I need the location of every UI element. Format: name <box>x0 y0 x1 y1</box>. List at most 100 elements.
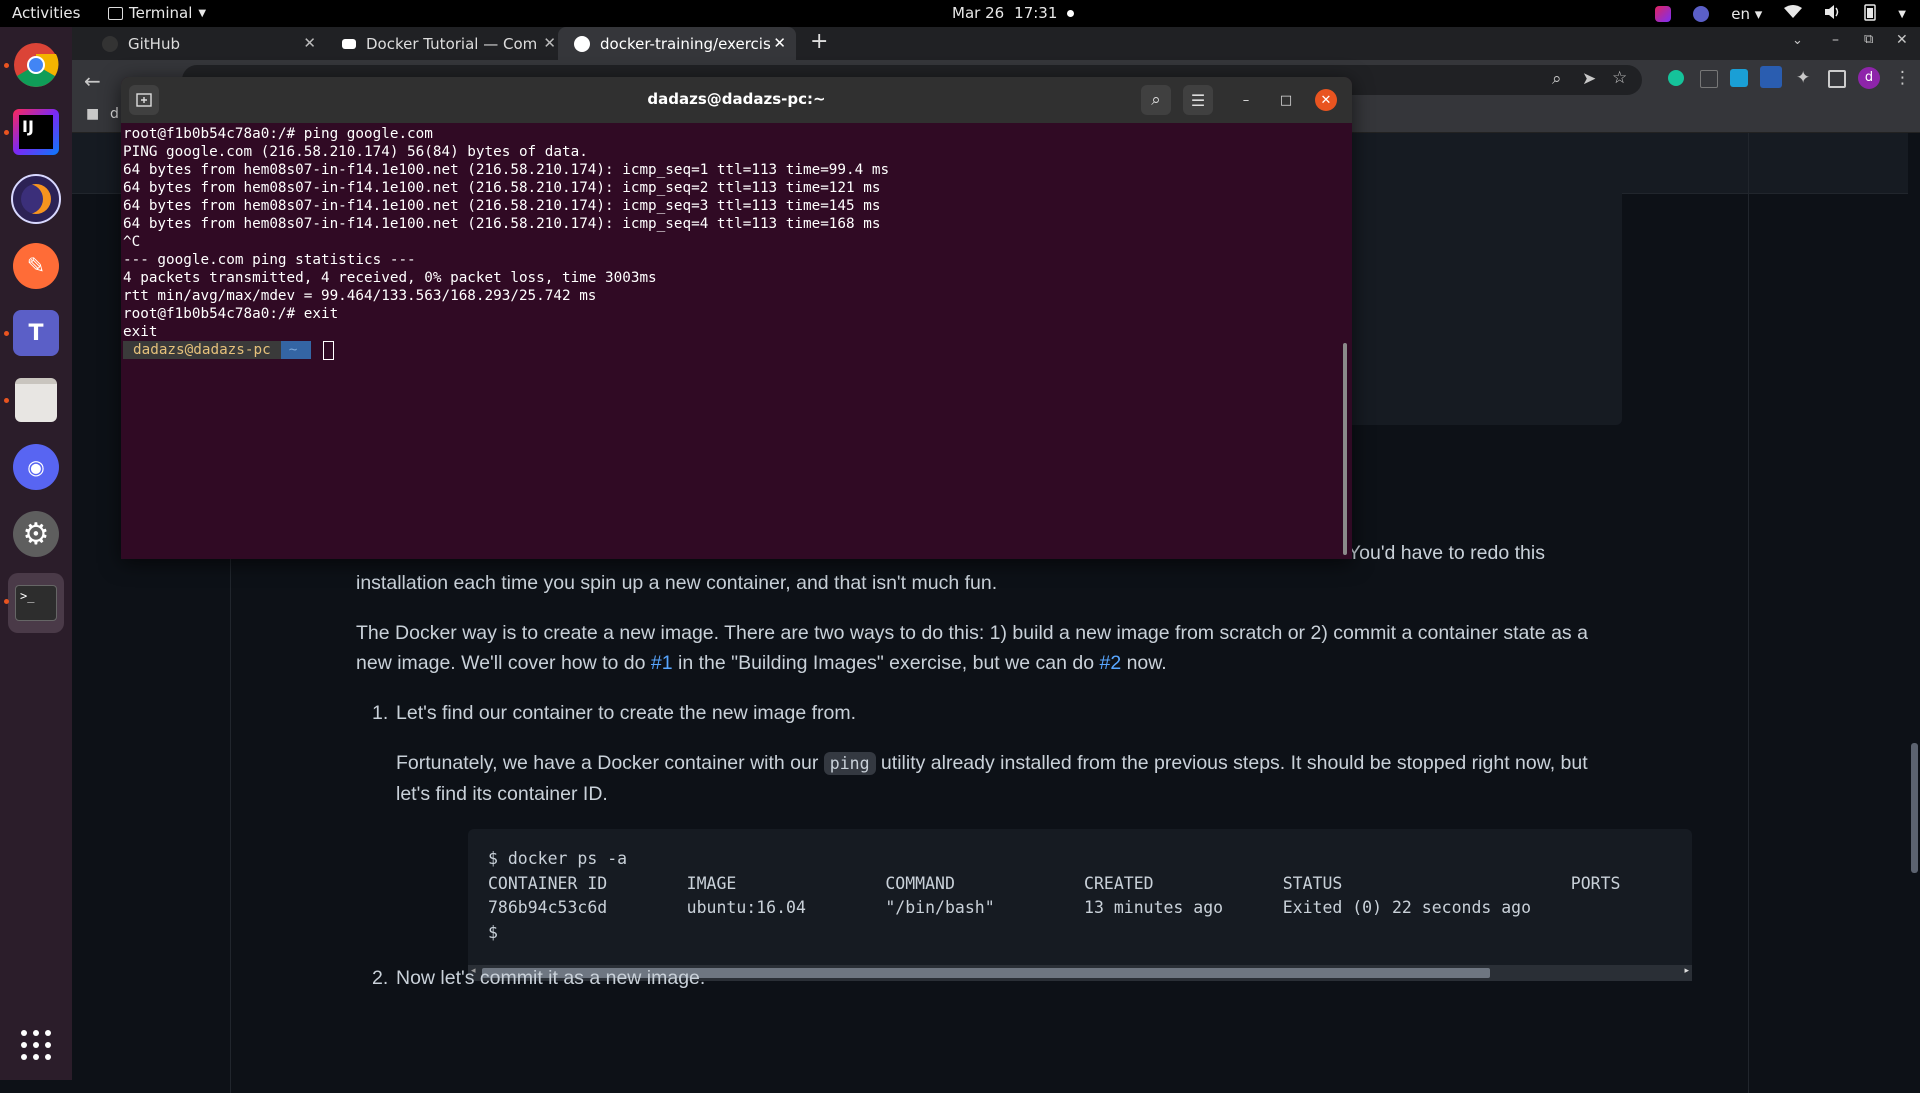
close-button[interactable]: ✕ <box>1315 89 1337 111</box>
folder-icon[interactable]: ■ <box>86 106 99 122</box>
tab-docker-tutorial[interactable]: Docker Tutorial — Compl ✕ <box>326 27 566 60</box>
system-top-bar: Activities Terminal ▼ Mar 26 17:31 en ▾ … <box>0 0 1920 27</box>
maximize-button[interactable]: □ <box>1275 89 1297 111</box>
extension-icon[interactable] <box>1700 70 1718 88</box>
paragraph-line: new image. We'll cover how to do #1 in t… <box>356 648 1588 678</box>
terminal-scrollbar[interactable] <box>1343 343 1347 555</box>
terminal-window[interactable]: dadazs@dadazs-pc:~ ⌕ ☰ – □ ✕ root@f1b0b5… <box>121 77 1352 559</box>
close-icon[interactable]: ✕ <box>303 34 316 52</box>
dock-discord[interactable]: ◉ <box>8 439 64 495</box>
terminal-line: 64 bytes from hem08s07-in-f14.1e100.net … <box>123 198 881 214</box>
running-indicator <box>4 130 9 135</box>
side-panel-icon[interactable] <box>1828 70 1846 88</box>
chrome-icon <box>14 43 59 87</box>
back-arrow-icon[interactable]: ← <box>84 69 101 93</box>
code-block[interactable]: $ docker ps -a CONTAINER ID IMAGE COMMAND… <box>468 829 1692 981</box>
wifi-icon[interactable] <box>1784 5 1803 23</box>
new-tab-button[interactable]: + <box>810 29 828 54</box>
running-indicator <box>4 398 9 403</box>
search-button[interactable]: ⌕ <box>1141 85 1171 115</box>
paragraph-text: in the "Building Images" exercise, but w… <box>672 652 1100 674</box>
minimize-window-button[interactable]: – <box>1832 32 1839 48</box>
list-item: Now let's commit it as a new image. <box>396 967 706 989</box>
running-indicator <box>4 599 9 604</box>
teams-tray-icon[interactable] <box>1693 6 1710 22</box>
profile-avatar[interactable]: d <box>1858 67 1880 89</box>
terminal-line: 64 bytes from hem08s07-in-f14.1e100.net … <box>123 162 890 178</box>
tab-search-chevron-icon[interactable]: ⌄ <box>1792 33 1803 48</box>
code-line: $ <box>488 922 498 942</box>
intellij-icon: IJ <box>13 109 59 155</box>
terminal-line: root@f1b0b54c78a0:/# exit <box>123 306 339 322</box>
dock-intellij[interactable]: IJ <box>4 104 64 160</box>
code-line: $ docker ps -a <box>488 849 628 868</box>
scroll-right-icon[interactable]: ▸ <box>1684 966 1689 976</box>
bookmark-star-icon[interactable]: ☆ <box>1612 68 1627 88</box>
link-step-2[interactable]: #2 <box>1099 652 1121 674</box>
tab-label: docker-training/exercises <box>600 34 770 53</box>
zoom-icon[interactable]: ⌕ <box>1552 69 1562 89</box>
dock-chrome[interactable] <box>4 37 64 93</box>
volume-icon[interactable] <box>1824 4 1842 24</box>
activities-button[interactable]: Activities <box>12 4 80 22</box>
send-icon[interactable]: ➤ <box>1582 69 1596 89</box>
list-item-number: 1. <box>372 702 389 724</box>
tab-github[interactable]: GitHub ✕ <box>86 27 326 60</box>
terminal-line: --- google.com ping statistics --- <box>123 252 416 268</box>
paragraph: The Docker way is to create a new image.… <box>356 618 1588 678</box>
dock-terminal[interactable]: >_ <box>4 573 64 633</box>
terminal-titlebar[interactable]: dadazs@dadazs-pc:~ ⌕ ☰ – □ ✕ <box>121 77 1352 123</box>
show-applications-button[interactable] <box>8 1017 64 1073</box>
paragraph-text: The Docker way is to create a new image.… <box>356 622 1588 644</box>
github-icon <box>102 35 118 52</box>
dock-files[interactable] <box>4 372 64 428</box>
minimize-button[interactable]: – <box>1235 89 1257 111</box>
time-label: 17:31 <box>1014 4 1058 22</box>
app-menu[interactable]: Terminal ▼ <box>108 4 206 22</box>
teams-icon: T <box>13 310 59 356</box>
restore-window-button[interactable]: ⧉ <box>1864 32 1873 47</box>
more-vertical-icon[interactable]: ⋮ <box>1894 68 1911 88</box>
dock-settings[interactable]: ⚙ <box>8 506 64 562</box>
paragraph-text: installation each time you spin up a new… <box>356 572 998 594</box>
tab-docker-training[interactable]: docker-training/exercises ✕ <box>558 27 796 60</box>
date-label: Mar 26 <box>952 4 1005 22</box>
new-extension-icon[interactable] <box>1760 66 1782 88</box>
battery-icon[interactable] <box>1864 3 1877 25</box>
terminal-output[interactable]: root@f1b0b54c78a0:/# ping google.com PIN… <box>123 125 1333 559</box>
eclipse-icon <box>11 174 61 224</box>
close-window-button[interactable]: ✕ <box>1896 32 1908 48</box>
menu-button[interactable]: ☰ <box>1183 85 1213 115</box>
text-cursor <box>322 341 334 360</box>
system-tray[interactable]: en ▾ ▼ <box>1655 3 1906 25</box>
settings-gear-icon: ⚙ <box>13 511 59 557</box>
terminal-app-icon <box>108 6 123 20</box>
close-icon[interactable]: ✕ <box>773 34 786 52</box>
app-indicator-icon[interactable] <box>1655 6 1672 22</box>
close-icon[interactable]: ✕ <box>543 34 556 52</box>
terminal-line: 4 packets transmitted, 4 received, 0% pa… <box>123 270 657 286</box>
extension-icon[interactable] <box>1730 69 1748 87</box>
language-indicator[interactable]: en ▾ <box>1731 5 1762 23</box>
paragraph: installation each time you spin up a new… <box>356 568 997 598</box>
bookmark-folder-label[interactable]: d <box>110 106 119 122</box>
dock-postman[interactable]: ✎ <box>8 238 64 294</box>
grammarly-icon[interactable] <box>1668 70 1684 86</box>
dock-eclipse[interactable] <box>8 171 64 227</box>
scrollbar-thumb[interactable] <box>1911 743 1918 873</box>
prompt-line: dadazs@dadazs-pc ~ <box>123 341 1333 360</box>
terminal-line: 64 bytes from hem08s07-in-f14.1e100.net … <box>123 180 881 196</box>
terminal-line: PING google.com (216.58.210.174) 56(84) … <box>123 144 588 160</box>
tab-label: Docker Tutorial — Compl <box>366 34 536 53</box>
prompt-dir-segment: ~ <box>280 341 311 359</box>
power-menu-chevron-icon[interactable]: ▼ <box>1898 9 1906 20</box>
terminal-line: 64 bytes from hem08s07-in-f14.1e100.net … <box>123 216 881 232</box>
puzzle-extensions-icon[interactable]: ✦ <box>1796 68 1810 88</box>
link-step-1[interactable]: #1 <box>651 652 673 674</box>
clock[interactable]: Mar 26 17:31 <box>952 4 1075 22</box>
discord-icon: ◉ <box>13 444 59 490</box>
paragraph-text: now. <box>1121 652 1167 674</box>
terminal-line: ^C <box>123 234 141 250</box>
dock-teams[interactable]: T <box>4 305 64 361</box>
page-vertical-scrollbar[interactable] <box>1908 133 1920 1080</box>
